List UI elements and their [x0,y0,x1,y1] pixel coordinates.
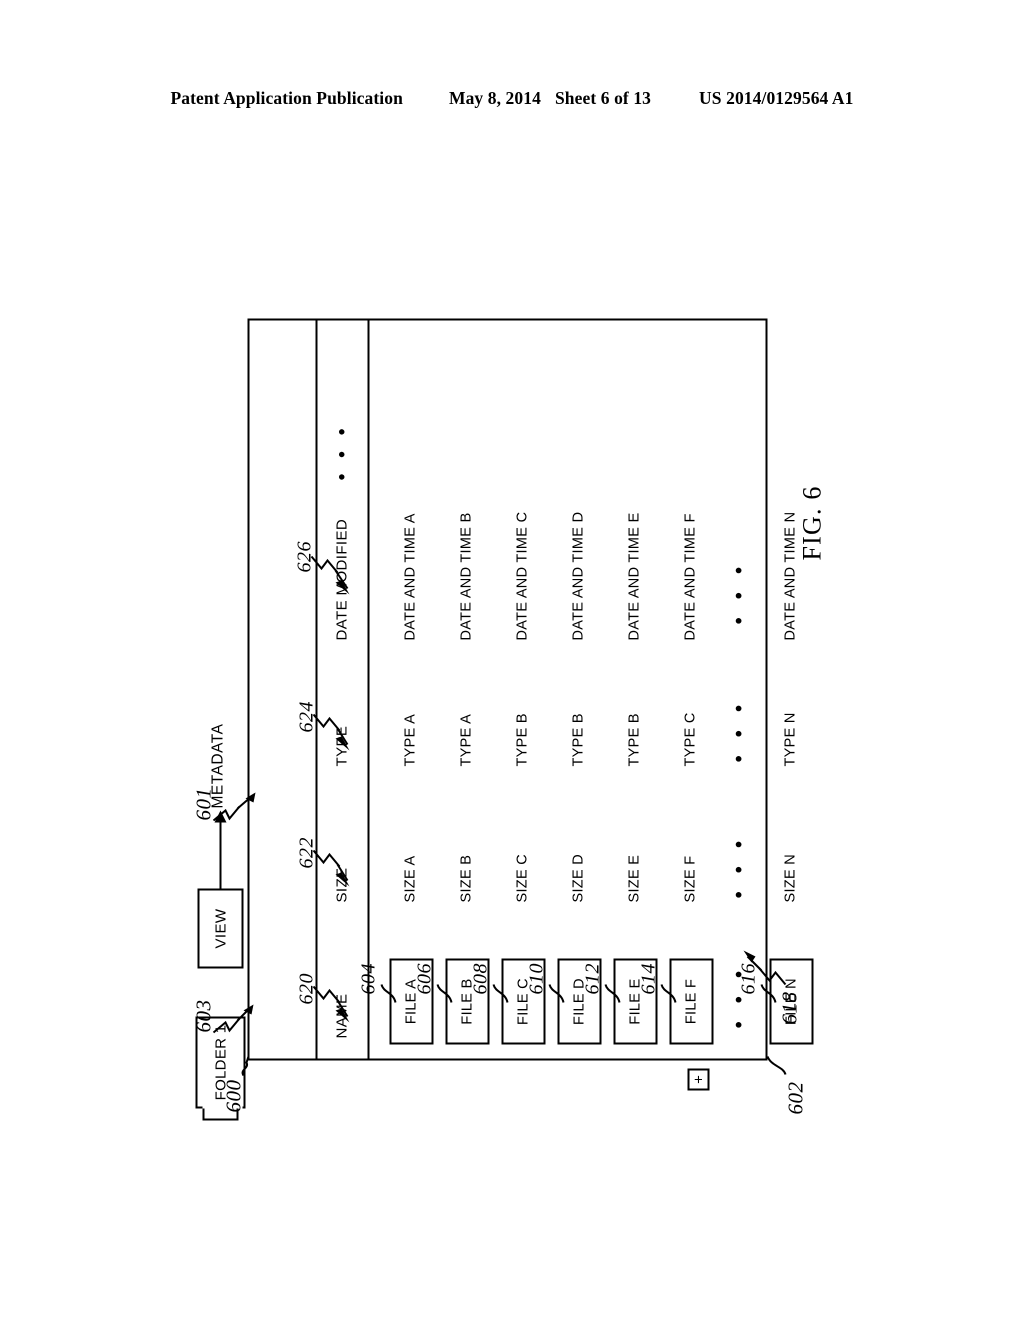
leader-626 [309,550,353,610]
leader-620 [311,982,353,1038]
table-row[interactable]: FILE C SIZE C TYPE B DATE AND TIME C [493,378,555,1120]
table-row[interactable]: FILE D SIZE D TYPE B DATE AND TIME D [549,378,611,1120]
cell-type: TYPE C [682,711,698,766]
expand-plus-button[interactable]: + [687,1068,709,1090]
metadata-arrow-shaft [219,818,222,888]
publication-date: May 8, 2014 [448,88,541,108]
cell-type: TYPE A [458,713,474,766]
table-row[interactable]: FILE B SIZE B TYPE A DATE AND TIME B [437,378,499,1120]
cell-size: SIZE N [782,853,798,902]
leader-601 [211,774,259,822]
cell-type: TYPE N [782,711,798,766]
leader-606 [433,980,457,1008]
ellipsis-type: • • • [727,698,750,762]
cell-type: TYPE A [402,713,418,766]
cell-size: SIZE D [570,853,586,902]
leader-608 [489,980,513,1008]
document-number: US 2014/0129564 A1 [699,88,854,108]
folder-tab[interactable]: FOLDER 1 [195,1016,245,1120]
leader-622 [311,846,353,902]
leader-616 [757,980,781,1008]
sheet-number: Sheet 6 of 13 [554,88,652,108]
leader-624 [311,710,353,766]
cell-type: TYPE B [514,712,530,766]
table-row[interactable]: FILE A SIZE A TYPE A DATE AND TIME A [381,378,443,1120]
cell-date-modified: DATE AND TIME N [782,511,798,640]
leader-610 [545,980,569,1008]
cell-date-modified: DATE AND TIME B [458,511,474,640]
cell-date-modified: DATE AND TIME F [682,512,698,640]
metadata-arrow-icon [214,810,226,888]
cell-size: SIZE C [514,853,530,902]
cell-size: SIZE A [402,855,418,902]
cell-size: SIZE F [682,855,698,902]
leader-602 [763,1046,789,1076]
cell-type: TYPE B [626,712,642,766]
toolbar-band [247,318,317,1060]
cell-size: SIZE E [626,854,642,902]
ellipsis-date: • • • [727,560,750,624]
figure-6: FOLDER 1 VIEW METADATA NAME SIZE TYPE DA… [185,285,840,1120]
ref-numeral-602: 602 [783,1081,807,1114]
publication-title: Patent Application Publication [170,88,403,108]
leader-604 [377,980,401,1008]
cell-type: TYPE B [570,712,586,766]
cell-date-modified: DATE AND TIME C [514,511,530,640]
cell-size: SIZE B [458,854,474,902]
leader-614 [657,980,681,1008]
page-header: Patent Application Publication May 8, 20… [0,88,1024,109]
view-button[interactable]: VIEW [197,888,243,968]
column-header-ellipsis: • • • [331,422,353,480]
cell-date-modified: DATE AND TIME A [402,512,418,640]
leader-612 [601,980,625,1008]
figure-drawing: FOLDER 1 VIEW METADATA NAME SIZE TYPE DA… [185,285,840,1120]
figure-caption: FIG. 6 [797,484,826,560]
table-row[interactable]: FILE E SIZE E TYPE B DATE AND TIME E [605,378,667,1120]
cell-date-modified: DATE AND TIME E [626,511,642,640]
ellipsis-size: • • • [727,834,750,898]
folder-tab-label: FOLDER 1 [211,1024,229,1100]
cell-date-modified: DATE AND TIME D [570,511,586,640]
